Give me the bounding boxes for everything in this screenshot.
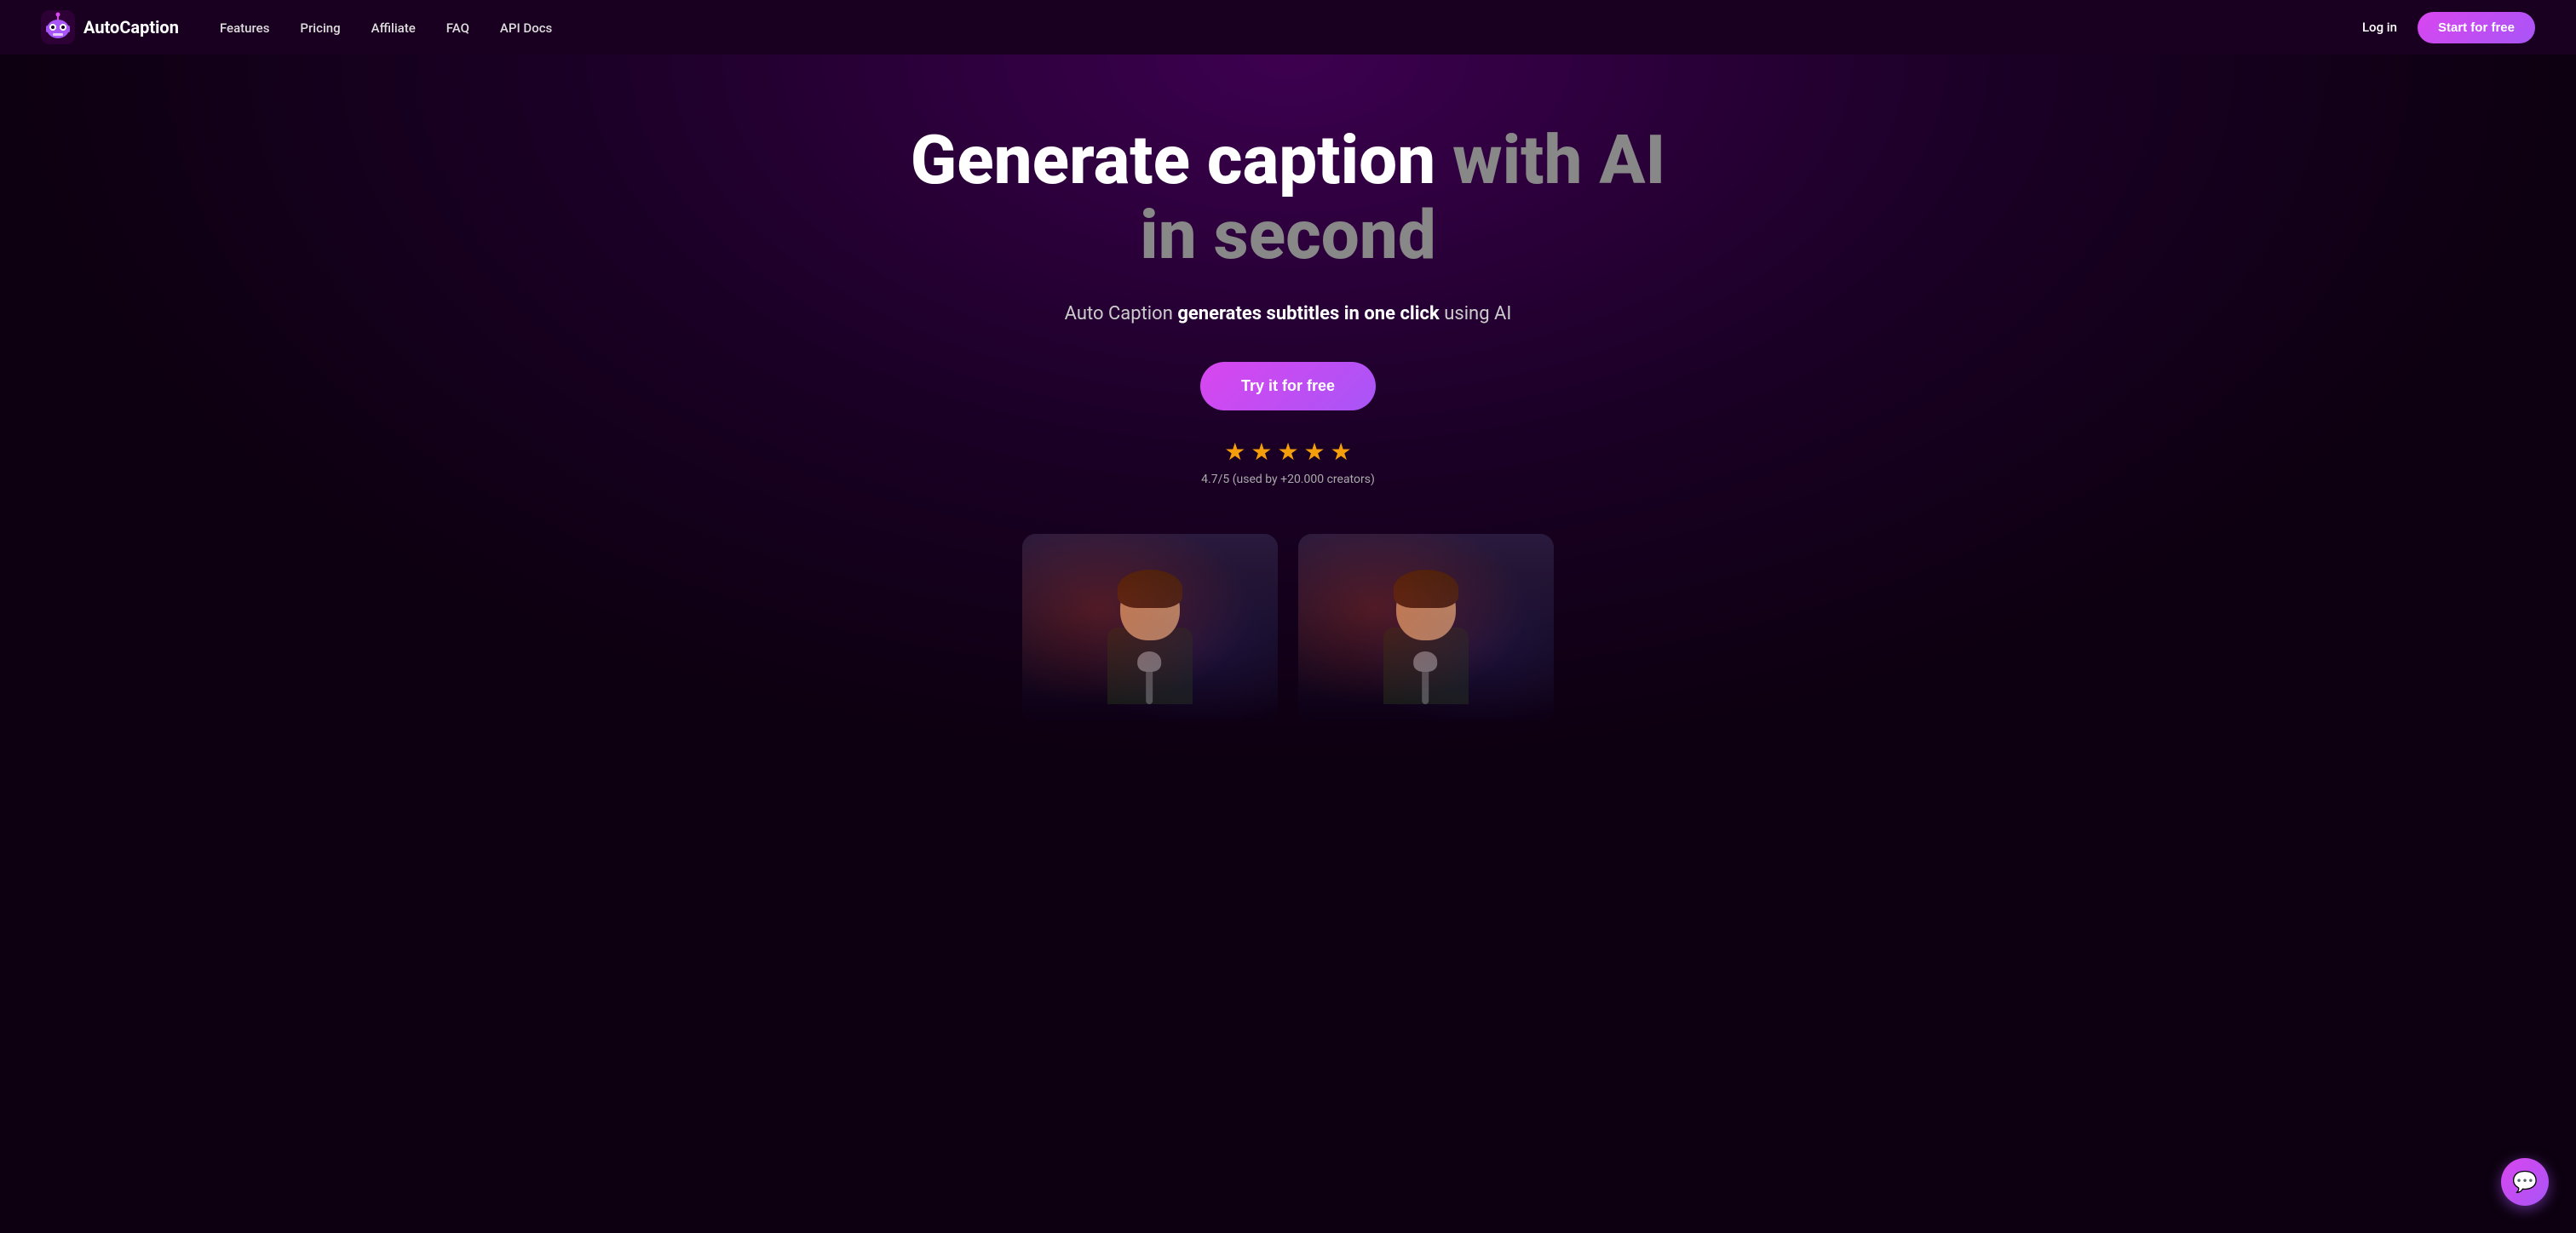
nav-links: Features Pricing Affiliate FAQ API Docs	[220, 20, 552, 36]
nav-link-pricing[interactable]: Pricing	[300, 20, 340, 36]
person-silhouette-left	[1099, 568, 1201, 721]
star-4: ★	[1304, 438, 1325, 466]
chat-button[interactable]: 💬	[2501, 1158, 2549, 1206]
hero-title-white: Generate caption	[911, 120, 1452, 200]
mic-stand-left	[1146, 662, 1153, 704]
hero-subtitle-plain2: using AI	[1440, 303, 1512, 324]
hero-subtitle-bold: generates subtitles in one click	[1177, 303, 1439, 324]
logo-link[interactable]: AutoCaption	[41, 10, 179, 44]
video-placeholder-left	[1022, 534, 1278, 721]
video-card-right	[1298, 534, 1554, 721]
hero-subtitle-plain1: Auto Caption	[1065, 303, 1178, 324]
person-hair-left	[1118, 570, 1182, 608]
star-1: ★	[1224, 438, 1245, 466]
rating-section: ★ ★ ★ ★ ★ 4.7/5 (used by +20.000 creator…	[1201, 438, 1375, 486]
nav-right: Log in Start for free	[2362, 12, 2535, 43]
rating-text: 4.7/5 (used by +20.000 creators)	[1201, 473, 1375, 486]
nav-left: AutoCaption Features Pricing Affiliate F…	[41, 10, 552, 44]
nav-link-api-docs[interactable]: API Docs	[500, 20, 552, 36]
video-card-left	[1022, 534, 1278, 721]
person-figure-right	[1375, 534, 1477, 721]
person-head-right	[1396, 576, 1456, 640]
star-3: ★	[1277, 438, 1298, 466]
mic-head-left	[1137, 651, 1161, 672]
mic-head-right	[1413, 651, 1437, 672]
video-placeholder-right	[1298, 534, 1554, 721]
logo-text: AutoCaption	[83, 17, 179, 37]
mic-stand-right	[1422, 662, 1429, 704]
login-link[interactable]: Log in	[2362, 20, 2397, 35]
hero-title-ai: with AI	[1452, 120, 1665, 200]
try-it-for-free-button[interactable]: Try it for free	[1200, 362, 1376, 410]
hero-title-in-second: in second	[1140, 195, 1436, 275]
nav-link-affiliate[interactable]: Affiliate	[371, 20, 416, 36]
hero-subtitle: Auto Caption generates subtitles in one …	[1065, 300, 1512, 328]
chat-icon: 💬	[2512, 1170, 2538, 1195]
nav-link-features[interactable]: Features	[220, 20, 269, 36]
hero-section: Generate caption with AI in second Auto …	[0, 54, 2576, 772]
logo-icon	[41, 10, 75, 44]
star-2: ★	[1251, 438, 1272, 466]
video-preview-row	[981, 534, 1595, 721]
star-rating: ★ ★ ★ ★ ★	[1224, 438, 1352, 466]
person-silhouette-right	[1375, 568, 1477, 721]
person-figure-left	[1099, 534, 1201, 721]
nav-link-faq[interactable]: FAQ	[446, 20, 469, 36]
hero-title: Generate caption with AI in second	[911, 123, 1666, 272]
star-5: ★	[1331, 438, 1352, 466]
person-head-left	[1120, 576, 1180, 640]
navbar: AutoCaption Features Pricing Affiliate F…	[0, 0, 2576, 54]
start-for-free-button[interactable]: Start for free	[2418, 12, 2535, 43]
person-hair-right	[1394, 570, 1458, 608]
